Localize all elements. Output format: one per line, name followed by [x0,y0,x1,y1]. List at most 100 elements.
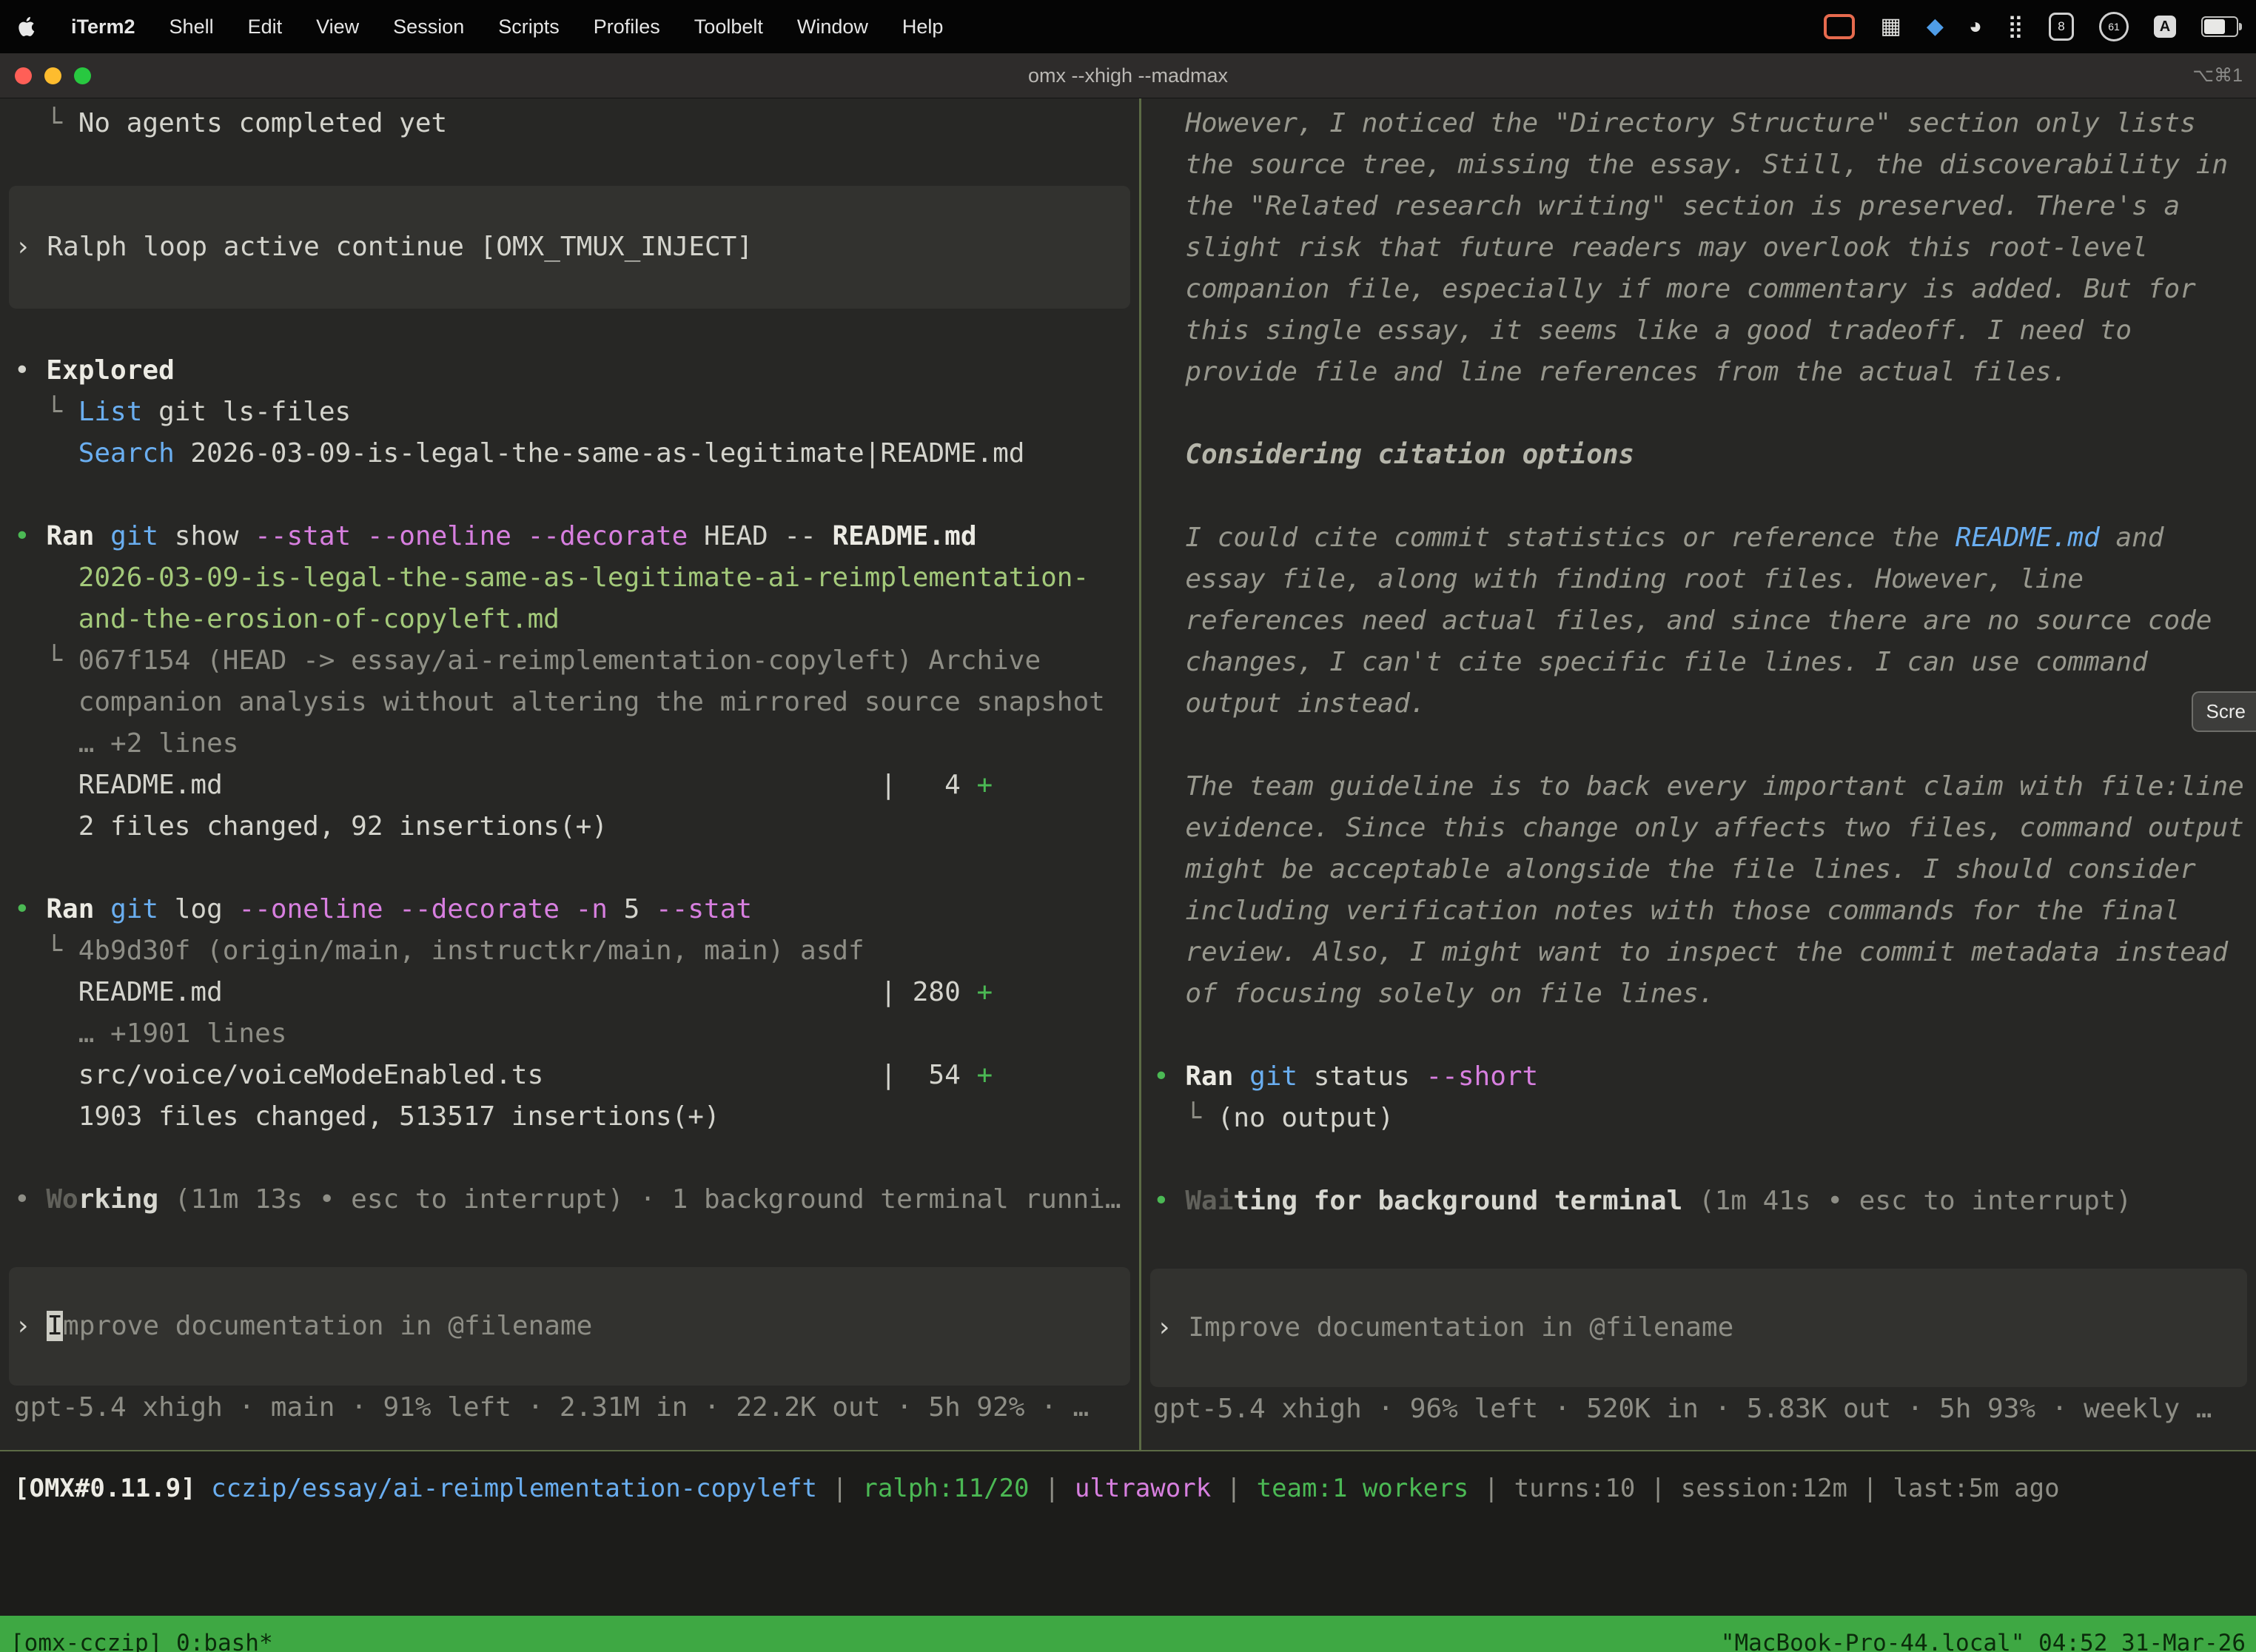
battery-percent-icon[interactable]: 61 [2099,12,2129,41]
menu-item-help[interactable]: Help [902,16,944,38]
terminal-line [0,474,1139,516]
text-segment: turns:10 [1514,1474,1636,1503]
zoom-button[interactable] [74,67,91,84]
text-segment: review. Also, I might want to inspect th… [1153,937,2228,967]
screen-share-tab[interactable]: Scre [2192,691,2256,732]
terminal-line [1141,725,2256,766]
text-segment: (no output) [1218,1103,1394,1133]
text-segment: • [14,894,46,924]
text-segment [1233,1061,1249,1092]
prompt-input-right[interactable]: › Improve documentation in @filename [1150,1269,2247,1387]
text-segment: --oneline --decorate -n [238,894,623,924]
dots-grid-icon[interactable]: ⣿ [2007,16,2024,38]
text-segment: Considering citation options [1185,440,1634,470]
blue-gem-icon[interactable]: ◆ [1927,16,1944,38]
input-source-icon[interactable]: A [2154,16,2176,38]
minimize-button[interactable] [44,67,61,84]
terminal-line: README.md | 280 + [0,972,1139,1013]
text-segment: ultrawork [1075,1474,1211,1503]
menu-item-view[interactable]: View [316,16,359,38]
menu-item-profiles[interactable]: Profiles [594,16,660,38]
menu-item-scripts[interactable]: Scripts [498,16,560,38]
text-segment: 5 [624,894,656,924]
terminal-line: changes, I can't cite specific file line… [1141,642,2256,683]
text-segment: git [1249,1061,1297,1092]
text-segment: git [110,521,158,551]
apple-menu-icon[interactable] [18,16,37,38]
tmux-session-window[interactable]: [omx-cczip] 0:bash* [10,1630,273,1652]
menu-item-window[interactable]: Window [797,16,868,38]
text-segment: List [78,397,143,427]
menu-item-toolbelt[interactable]: Toolbelt [694,16,763,38]
text-segment: mprove documentation in @filename [63,1311,592,1341]
text-segment: Ralph loop active continue [OMX_TMUX_INJ… [47,232,753,262]
text-segment: README.md [832,521,976,551]
tmux-host-clock: "MacBook-Pro-44.local" 04:52 31-Mar-26 [1721,1630,2246,1652]
menu-item-shell[interactable]: Shell [169,16,214,38]
text-segment: status [1297,1061,1426,1092]
text-segment: No agents completed yet [78,108,448,138]
window-shortcut-badge: ⌥⌘1 [2192,64,2256,87]
terminal-line: └ No agents completed yet [0,103,1139,144]
terminal-line: including verification notes with those … [1141,890,2256,932]
model-status-right: gpt-5.4 xhigh · 96% left · 520K in · 5.8… [1141,1389,2256,1430]
terminal-line: › Ralph loop active continue [OMX_TMUX_I… [9,226,753,268]
terminal-line: src/voice/voiceModeEnabled.ts | 54 + [0,1055,1139,1096]
terminal-line: the "Related research writing" section i… [1141,186,2256,227]
terminal-pane-left[interactable]: └ No agents completed yet › Ralph loop a… [0,98,1139,1450]
model-status-left: gpt-5.4 xhigh · main · 91% left · 2.31M … [0,1387,1139,1428]
terminal-line: companion analysis without altering the … [0,682,1139,723]
close-button[interactable] [15,67,32,84]
text-segment: … +1901 lines [14,1018,286,1049]
text-segment: 4b9d30f (origin/main, instructkr/main, m… [78,936,865,966]
terminal-line: However, I noticed the "Directory Struct… [1141,103,2256,144]
text-segment: README.md | 280 [14,977,976,1007]
text-segment: └ [1153,1103,1218,1133]
terminal-line: └ List git ls-files [0,392,1139,433]
terminal-line [0,847,1139,889]
terminal-pane-right[interactable]: However, I noticed the "Directory Struct… [1141,98,2256,1450]
text-segment: I [47,1311,63,1341]
terminal-line [1141,476,2256,517]
text-segment: • [14,521,46,551]
text-segment: rking [78,1184,158,1215]
terminal-line: └ (no output) [1141,1098,2256,1139]
terminal-line: • Ran git show --stat --oneline --decora… [0,516,1139,557]
traffic-lights [0,67,91,84]
terminal-line: • Ran git log --oneline --decorate -n 5 … [0,889,1139,930]
text-segment: Wo [46,1184,78,1215]
terminal-line [1141,1015,2256,1056]
battery-icon[interactable] [2201,16,2238,37]
menu-item-edit[interactable]: Edit [248,16,283,38]
text-segment: --stat [656,894,752,924]
screen-recording-icon[interactable] [1824,14,1855,39]
text-segment: + [976,1060,993,1090]
text-segment: └ [14,108,78,138]
grid-icon[interactable]: ▦ [1880,16,1901,38]
text-segment: might be acceptable alongside the file l… [1153,854,2196,884]
dark-circle-icon[interactable]: ◕ [1969,16,1982,38]
text-segment: --short [1426,1061,1539,1092]
text-segment: └ [14,936,78,966]
text-segment: Ran [46,894,94,924]
terminal-line: references need actual files, and since … [1141,600,2256,642]
terminal-line: └ 4b9d30f (origin/main, instructkr/main,… [0,930,1139,972]
terminal-line: essay file, along with finding root file… [1141,559,2256,600]
text-segment: + [976,770,993,800]
prompt-input-left[interactable]: › Improve documentation in @filename [9,1267,1130,1386]
text-segment [94,894,110,924]
text-segment: references need actual files, and since … [1153,605,2212,636]
terminal-line: • Ran git status --short [1141,1056,2256,1098]
text-segment: the source tree, missing the essay. Stil… [1153,150,2228,180]
terminal-line: review. Also, I might want to inspect th… [1141,932,2256,973]
text-segment: evidence. Since this change only affects… [1153,813,2244,843]
terminal-line: provide file and line references from th… [1141,352,2256,393]
terminal-line: 2026-03-09-is-legal-the-same-as-legitima… [0,557,1139,599]
text-segment [196,1474,211,1503]
key-icon[interactable]: 8 [2049,13,2074,41]
menu-bar: iTerm2 Shell Edit View Session Scripts P… [0,0,2256,53]
terminal-line [1141,393,2256,434]
menu-item-session[interactable]: Session [393,16,464,38]
terminal-line: • Working (11m 13s • esc to interrupt) ·… [0,1179,1139,1220]
menu-item-iterm2[interactable]: iTerm2 [71,16,135,38]
